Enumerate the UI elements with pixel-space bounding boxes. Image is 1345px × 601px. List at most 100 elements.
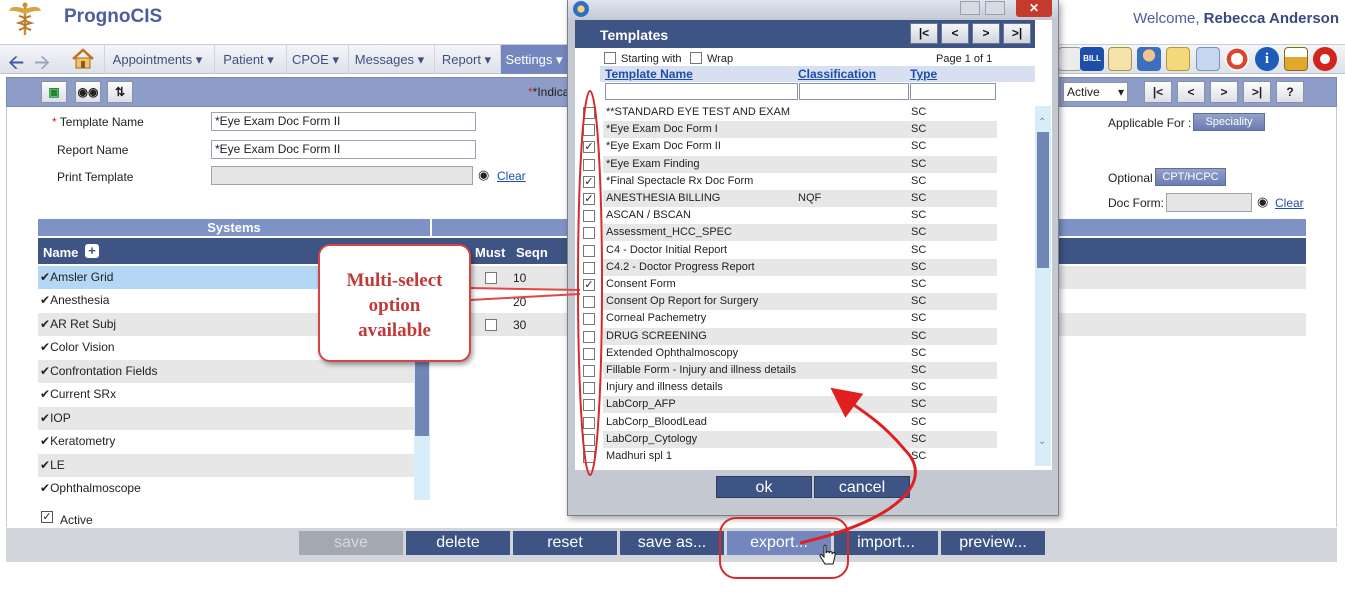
minimize-button[interactable] — [960, 1, 980, 15]
template-checkbox[interactable] — [583, 417, 595, 429]
template-checkbox[interactable] — [583, 451, 595, 463]
binoculars-icon[interactable]: ◉ — [478, 167, 489, 183]
print-template-clear-link[interactable]: Clear — [497, 169, 526, 183]
template-checkbox[interactable] — [583, 124, 595, 136]
template-checkbox[interactable] — [583, 382, 595, 394]
template-row[interactable]: Madhuri spl 1 SC — [603, 448, 997, 465]
col-template-name[interactable]: Template Name — [605, 67, 693, 81]
wrap-checkbox[interactable] — [690, 52, 702, 64]
classification-filter-input[interactable] — [799, 83, 909, 100]
nav-settings[interactable]: Settings ▾ — [500, 45, 567, 74]
template-checkbox[interactable] — [583, 227, 595, 239]
template-checkbox[interactable] — [583, 245, 595, 257]
export-button[interactable]: export... — [727, 531, 831, 555]
lock-icon[interactable] — [1284, 47, 1308, 71]
calendar-icon[interactable] — [1058, 47, 1082, 71]
template-checkbox[interactable]: ✓ — [583, 193, 595, 205]
system-row[interactable]: ✔IOP — [38, 407, 414, 430]
template-row[interactable]: Corneal Pachemetry SC — [603, 310, 997, 327]
logout-power-icon[interactable] — [1313, 47, 1337, 71]
add-system-icon[interactable]: + — [85, 244, 99, 258]
template-row[interactable]: *Eye Exam Finding SC — [603, 156, 997, 173]
binoculars-search-icon[interactable]: ◉◉ — [75, 81, 101, 103]
scroll-down-icon[interactable]: ⌄ — [1038, 436, 1046, 447]
col-classification[interactable]: Classification — [798, 67, 876, 81]
import-button[interactable]: import... — [834, 531, 938, 555]
save-as-button[interactable]: save as... — [620, 531, 724, 555]
delete-button[interactable]: delete — [406, 531, 510, 555]
system-row[interactable]: ✔Keratometry — [38, 430, 414, 453]
user-icon[interactable] — [1137, 47, 1161, 71]
template-row[interactable]: DRUG SCREENING SC — [603, 328, 997, 345]
home-icon[interactable] — [71, 48, 95, 70]
popup-scroll-thumb[interactable] — [1037, 132, 1049, 268]
system-row[interactable]: ✔Confrontation Fields — [38, 360, 414, 383]
col-type[interactable]: Type — [910, 67, 937, 81]
template-row[interactable]: Extended Ophthalmoscopy SC — [603, 345, 997, 362]
sort-arrows-icon[interactable]: ⇅ — [107, 81, 133, 103]
active-checkbox[interactable]: ✓ — [41, 511, 53, 523]
report-name-input[interactable]: *Eye Exam Doc Form II — [211, 140, 476, 159]
template-name-input[interactable]: *Eye Exam Doc Form II — [211, 112, 476, 131]
prev-record-button[interactable]: < — [1177, 81, 1205, 103]
template-row[interactable]: ASCAN / BSCAN SC — [603, 207, 997, 224]
template-checkbox[interactable] — [583, 296, 595, 308]
template-name-filter-input[interactable] — [605, 83, 798, 100]
nav-patient[interactable]: Patient ▾ — [214, 45, 282, 74]
doc-form-clear-link[interactable]: Clear — [1275, 196, 1304, 210]
status-select[interactable]: Active ▾ — [1063, 82, 1128, 102]
alert-mail-icon[interactable] — [1166, 47, 1190, 71]
new-document-icon[interactable]: ▣ — [41, 81, 67, 103]
template-row[interactable]: LabCorp_Cytology SC — [603, 431, 997, 448]
nav-appointments[interactable]: Appointments ▾ — [104, 45, 210, 74]
nav-cpoe[interactable]: CPOE ▾ — [286, 45, 344, 74]
template-checkbox[interactable] — [583, 331, 595, 343]
template-row[interactable]: LabCorp_BloodLead SC — [603, 414, 997, 431]
popup-prev-page-button[interactable]: < — [941, 23, 969, 44]
ok-button[interactable]: ok — [716, 476, 812, 498]
preview-button[interactable]: preview... — [941, 531, 1045, 555]
last-record-button[interactable]: >| — [1243, 81, 1271, 103]
help-button[interactable]: ? — [1276, 81, 1304, 103]
template-checkbox[interactable] — [583, 107, 595, 119]
template-checkbox[interactable] — [583, 365, 595, 377]
schedule-icon[interactable] — [1108, 47, 1132, 71]
doc-form-input[interactable] — [1166, 193, 1252, 212]
template-row[interactable]: **STANDARD EYE TEST AND EXAM SC — [603, 104, 997, 121]
popup-first-page-button[interactable]: |< — [910, 23, 938, 44]
close-icon[interactable]: ✕ — [1016, 0, 1052, 17]
next-record-button[interactable]: > — [1210, 81, 1238, 103]
nav-messages[interactable]: Messages ▾ — [348, 45, 430, 74]
template-row[interactable]: *Eye Exam Doc Form I SC — [603, 121, 997, 138]
template-row[interactable]: *Final Spectacle Rx Doc Form SC — [603, 173, 997, 190]
col-name-header[interactable]: Name — [43, 245, 78, 260]
info-icon[interactable]: i — [1255, 47, 1279, 71]
nav-report[interactable]: Report ▾ — [434, 45, 498, 74]
template-checkbox[interactable] — [583, 159, 595, 171]
template-row[interactable]: Fillable Form - Injury and illness detai… — [603, 362, 997, 379]
reset-button[interactable]: reset — [513, 531, 617, 555]
col-must-header[interactable]: Must — [475, 245, 505, 260]
save-button[interactable]: save — [299, 531, 403, 555]
template-checkbox[interactable]: ✓ — [583, 176, 595, 188]
print-template-input[interactable] — [211, 166, 473, 185]
template-row[interactable]: Consent Op Report for Surgery SC — [603, 293, 997, 310]
starting-with-checkbox[interactable] — [604, 52, 616, 64]
template-row[interactable]: Consent Form SC — [603, 276, 997, 293]
template-checkbox[interactable] — [583, 313, 595, 325]
documents-icon[interactable] — [1196, 47, 1220, 71]
template-checkbox[interactable] — [583, 434, 595, 446]
bill-icon[interactable]: BILL — [1080, 47, 1104, 71]
template-checkbox[interactable] — [583, 210, 595, 222]
speciality-button[interactable]: Speciality — [1193, 113, 1265, 131]
template-checkbox[interactable]: ✓ — [583, 279, 595, 291]
template-row[interactable]: C4 - Doctor Initial Report SC — [603, 242, 997, 259]
template-row[interactable]: LabCorp_AFP SC — [603, 396, 997, 413]
template-checkbox[interactable] — [583, 348, 595, 360]
template-checkbox[interactable] — [583, 399, 595, 411]
system-row[interactable]: ✔LE — [38, 454, 414, 477]
must-checkbox[interactable] — [485, 319, 497, 331]
must-checkbox[interactable] — [485, 272, 497, 284]
popup-next-page-button[interactable]: > — [972, 23, 1000, 44]
template-checkbox[interactable]: ✓ — [583, 141, 595, 153]
